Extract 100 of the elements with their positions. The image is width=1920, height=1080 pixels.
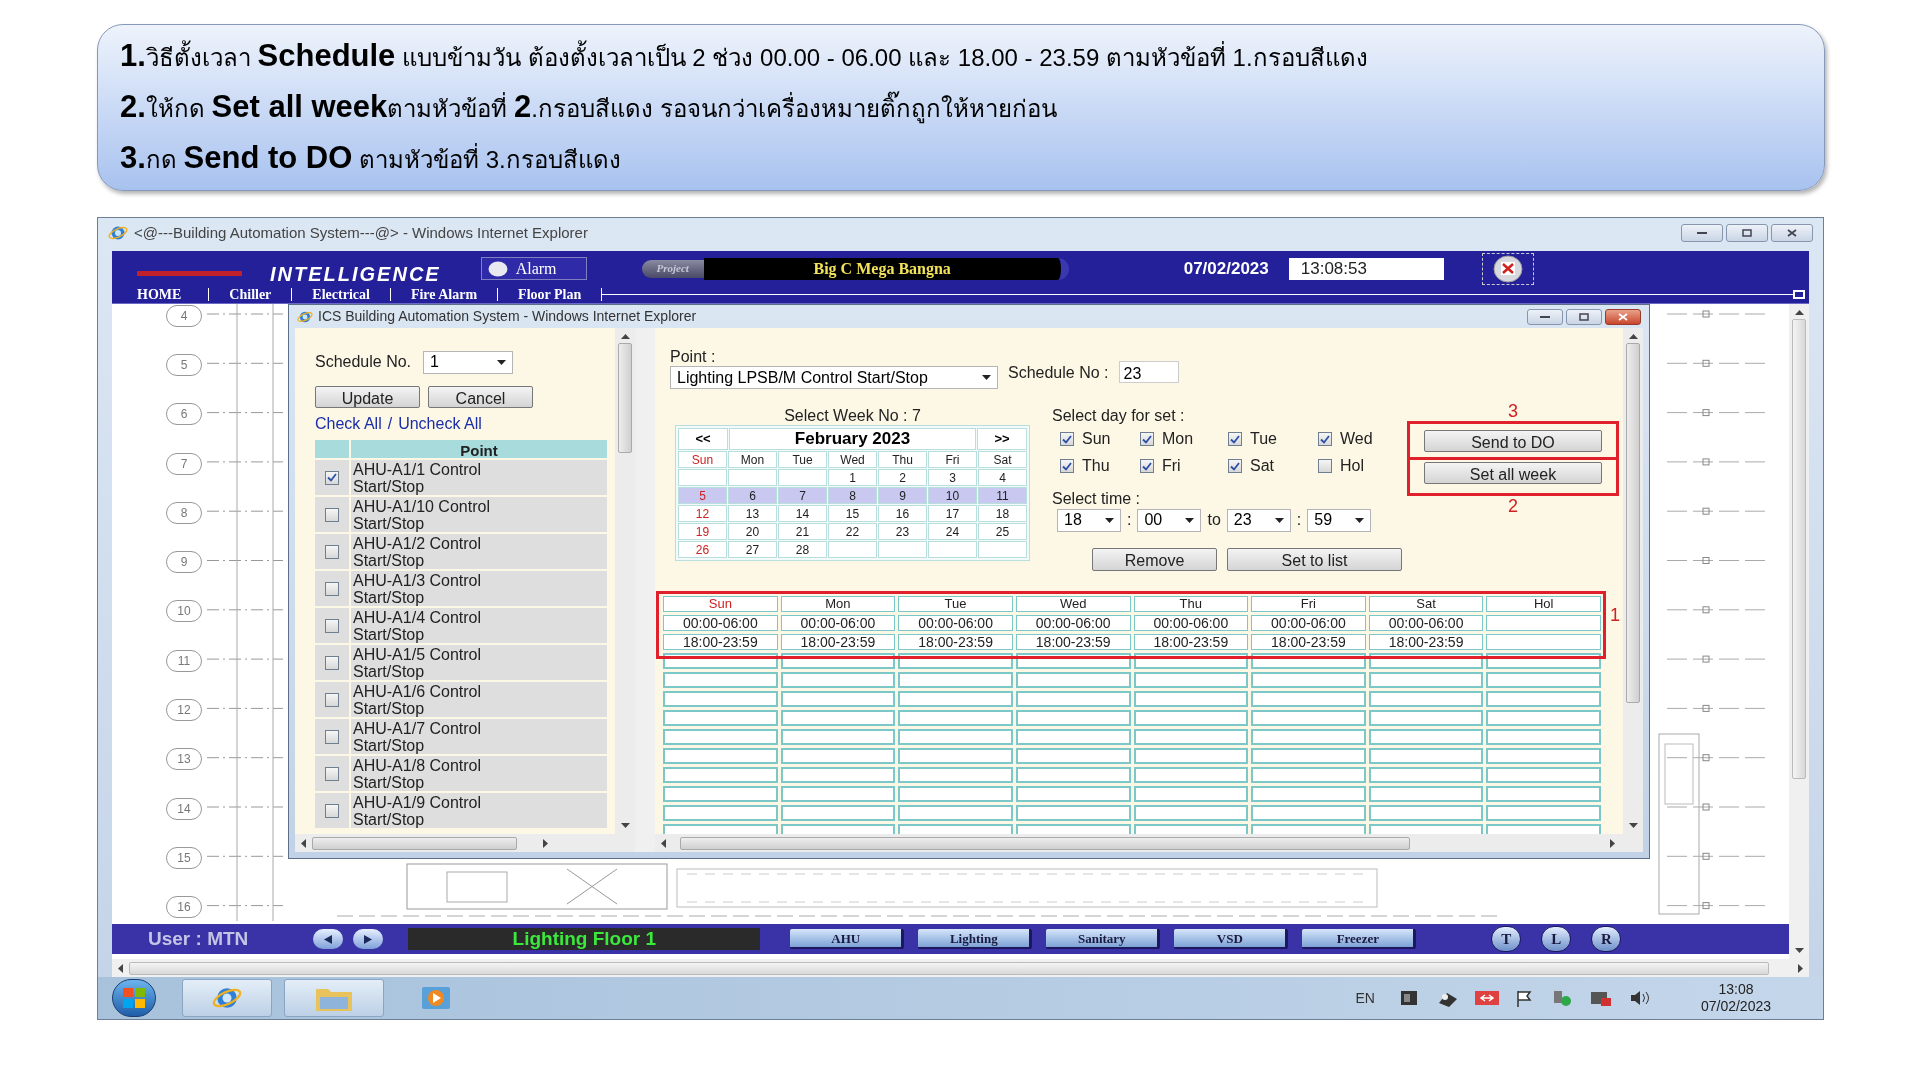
- nav-item[interactable]: Chiller: [209, 284, 292, 305]
- action-button[interactable]: Update: [315, 386, 420, 408]
- day-cell[interactable]: 17: [928, 505, 977, 522]
- alarm-button[interactable]: Alarm: [480, 257, 587, 280]
- checkbox[interactable]: [325, 766, 339, 781]
- point-name[interactable]: AHU-A1/1 Control Start/Stop: [351, 460, 607, 495]
- send-to-do-button[interactable]: Send to DO: [1424, 430, 1602, 452]
- previous-month-link[interactable]: <<: [678, 428, 728, 450]
- vertical-scrollbar[interactable]: [1789, 304, 1809, 959]
- checkbox[interactable]: [325, 470, 339, 485]
- day-cell[interactable]: 16: [878, 505, 927, 522]
- system-button[interactable]: Lighting: [918, 929, 1033, 949]
- point-name[interactable]: AHU-A1/3 Control Start/Stop: [351, 571, 607, 606]
- checkbox[interactable]: [1140, 459, 1154, 473]
- scroll-thumb[interactable]: [680, 836, 1410, 850]
- day-cell[interactable]: 9: [878, 487, 927, 504]
- horizontal-scrollbar[interactable]: [295, 834, 635, 852]
- checkbox[interactable]: [325, 729, 339, 744]
- day-cell[interactable]: 13: [728, 505, 777, 522]
- taskbar-button[interactable]: [182, 979, 272, 1017]
- minimize-button[interactable]: [1681, 224, 1723, 242]
- taskbar-button[interactable]: [284, 979, 384, 1017]
- day-cell[interactable]: 15: [828, 505, 877, 522]
- scroll-thumb[interactable]: [618, 343, 632, 453]
- day-cell[interactable]: 24: [928, 523, 977, 540]
- next-button[interactable]: [353, 929, 384, 949]
- checkbox[interactable]: [325, 581, 339, 596]
- checkbox[interactable]: [325, 692, 339, 707]
- close-button[interactable]: [1605, 308, 1641, 325]
- uncheck-all-link[interactable]: Uncheck All: [398, 412, 482, 436]
- view-button[interactable]: R: [1591, 926, 1622, 952]
- view-button[interactable]: T: [1491, 926, 1522, 952]
- day-cell[interactable]: 22: [828, 523, 877, 540]
- day-cell[interactable]: 21: [778, 523, 827, 540]
- check-all-link[interactable]: Check All: [315, 412, 382, 436]
- day-cell[interactable]: 11: [978, 487, 1027, 504]
- scroll-thumb[interactable]: [129, 961, 1769, 975]
- view-button[interactable]: L: [1541, 926, 1572, 952]
- close-button[interactable]: [1771, 224, 1813, 242]
- previous-button[interactable]: [313, 929, 344, 949]
- checkbox[interactable]: [325, 544, 339, 559]
- day-cell[interactable]: 20: [728, 523, 777, 540]
- schedule-number-field[interactable]: 23: [1118, 361, 1179, 383]
- point-name[interactable]: AHU-A1/8 Control Start/Stop: [351, 756, 607, 791]
- day-cell[interactable]: 18: [978, 505, 1027, 522]
- checkbox[interactable]: [1318, 432, 1332, 446]
- language-indicator[interactable]: EN: [1355, 987, 1375, 1009]
- day-cell[interactable]: 19: [678, 523, 727, 540]
- point-name[interactable]: AHU-A1/2 Control Start/Stop: [351, 534, 607, 569]
- maximize-button[interactable]: [1726, 224, 1768, 242]
- point-name[interactable]: AHU-A1/4 Control Start/Stop: [351, 608, 607, 643]
- checkbox[interactable]: [1060, 459, 1074, 473]
- checkbox[interactable]: [1140, 432, 1154, 446]
- set-to-list-button[interactable]: Set to list: [1227, 548, 1402, 571]
- day-cell[interactable]: 14: [778, 505, 827, 522]
- next-month-link[interactable]: >>: [977, 428, 1027, 450]
- point-name[interactable]: AHU-A1/7 Control Start/Stop: [351, 719, 607, 754]
- minimize-button[interactable]: [1527, 308, 1563, 325]
- system-button[interactable]: Freezer: [1302, 929, 1417, 949]
- nav-item[interactable]: Electrical: [292, 284, 390, 305]
- day-cell[interactable]: 10: [928, 487, 977, 504]
- day-cell[interactable]: 8: [828, 487, 877, 504]
- day-cell[interactable]: 28: [778, 541, 827, 558]
- dropdown[interactable]: 1: [423, 350, 514, 374]
- system-button[interactable]: AHU: [790, 929, 905, 949]
- nav-item[interactable]: Floor Plan: [498, 284, 602, 305]
- speaker-icon[interactable]: [1628, 989, 1651, 1007]
- point-name[interactable]: AHU-A1/5 Control Start/Stop: [351, 645, 607, 680]
- system-button[interactable]: Sanitary: [1046, 929, 1161, 949]
- start-button[interactable]: [112, 979, 156, 1017]
- scroll-thumb[interactable]: [1626, 343, 1640, 703]
- checkbox[interactable]: [325, 655, 339, 670]
- vertical-scrollbar[interactable]: [615, 328, 635, 834]
- checkbox[interactable]: [1228, 432, 1242, 446]
- day-cell[interactable]: 1: [828, 469, 877, 486]
- system-button[interactable]: VSD: [1174, 929, 1289, 949]
- nav-item[interactable]: Fire Alarm: [390, 284, 498, 305]
- action-button[interactable]: Cancel: [428, 386, 533, 408]
- checkbox[interactable]: [325, 618, 339, 633]
- day-cell[interactable]: 6: [728, 487, 777, 504]
- day-cell[interactable]: 2: [878, 469, 927, 486]
- scroll-thumb[interactable]: [312, 836, 517, 850]
- dropdown[interactable]: 59: [1307, 508, 1372, 532]
- checkbox[interactable]: [325, 803, 339, 818]
- checkbox[interactable]: [1318, 459, 1332, 473]
- nav-item[interactable]: HOME: [112, 284, 209, 305]
- checkbox[interactable]: [1060, 432, 1074, 446]
- maximize-button[interactable]: [1566, 308, 1602, 325]
- horizontal-scrollbar[interactable]: [655, 834, 1643, 852]
- set-all-week-button[interactable]: Set all week: [1424, 462, 1602, 484]
- day-cell[interactable]: 23: [878, 523, 927, 540]
- day-cell[interactable]: 7: [778, 487, 827, 504]
- day-cell[interactable]: 25: [978, 523, 1027, 540]
- checkbox[interactable]: [325, 507, 339, 522]
- vertical-scrollbar[interactable]: [1623, 328, 1643, 834]
- taskbar-clock[interactable]: 13:08 07/02/2023: [1700, 981, 1771, 1015]
- dropdown[interactable]: Lighting LPSB/M Control Start/Stop: [670, 366, 998, 389]
- day-cell[interactable]: 4: [978, 469, 1027, 486]
- day-cell[interactable]: 27: [728, 541, 777, 558]
- scroll-thumb[interactable]: [1792, 319, 1806, 779]
